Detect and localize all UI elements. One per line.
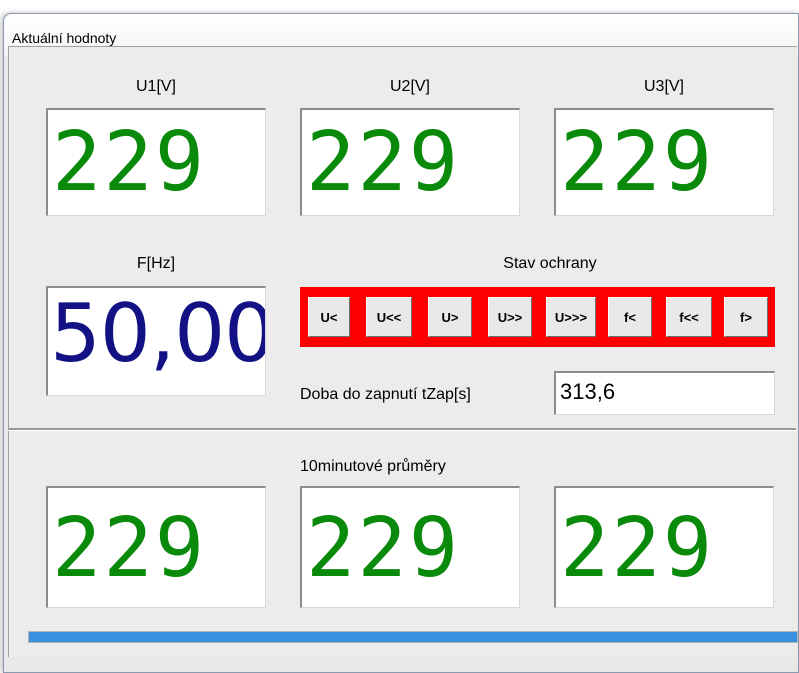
u1-label: U1[V]	[135, 78, 176, 95]
protection-button-underfrequency-2[interactable]: f<<	[666, 297, 712, 337]
frequency-value: 50,00	[50, 287, 266, 380]
u2-label: U2[V]	[389, 78, 430, 95]
section-separator	[8, 428, 796, 431]
u1-value: 229	[52, 115, 207, 210]
u2-display: 229	[300, 108, 520, 216]
u3-label: U3[V]	[643, 78, 684, 95]
u2-value: 229	[306, 115, 461, 210]
u3-display: 229	[554, 108, 774, 216]
protection-status-bar: U< U<< U> U>> U>>> f< f<< f>	[300, 287, 775, 347]
frequency-label: F[Hz]	[136, 255, 176, 272]
protection-button-overvoltage-2[interactable]: U>>	[488, 297, 532, 337]
window-title: Aktuální hodnoty	[12, 30, 117, 46]
protection-button-overfrequency-1[interactable]: f>	[724, 297, 768, 337]
frequency-display: 50,00	[46, 286, 266, 396]
average-u3-display: 229	[554, 486, 774, 608]
protection-title: Stav ochrany	[503, 255, 597, 272]
progress-bar	[28, 631, 798, 643]
progress-bar-fill	[29, 632, 797, 642]
averages-title: 10minutové průměry	[300, 458, 446, 475]
average-u3-value: 229	[560, 501, 715, 596]
tzap-field: 313,6	[554, 371, 775, 415]
average-u1-display: 229	[46, 486, 266, 608]
protection-button-underfrequency-1[interactable]: f<	[608, 297, 652, 337]
average-u2-value: 229	[306, 501, 461, 596]
protection-button-undervoltage-2[interactable]: U<<	[366, 297, 412, 337]
u1-display: 229	[46, 108, 266, 216]
protection-button-undervoltage-1[interactable]: U<	[308, 297, 350, 337]
u3-value: 229	[560, 115, 715, 210]
protection-button-overvoltage-1[interactable]: U>	[428, 297, 472, 337]
average-u1-value: 229	[52, 501, 207, 596]
tzap-label: Doba do zapnutí tZap[s]	[300, 386, 471, 403]
average-u2-display: 229	[300, 486, 520, 608]
protection-button-overvoltage-3[interactable]: U>>>	[546, 297, 596, 337]
